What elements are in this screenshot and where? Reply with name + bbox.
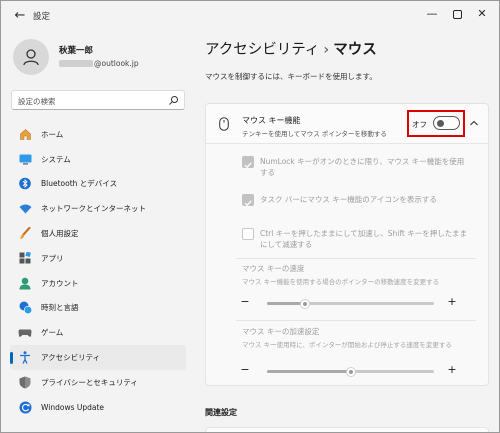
selection-indicator xyxy=(10,352,13,365)
sidebar-item-system[interactable]: システム xyxy=(10,147,186,172)
maximize-icon xyxy=(452,9,462,19)
checkmark-icon xyxy=(244,200,252,207)
sidebar-item-home[interactable]: ホーム xyxy=(10,122,186,147)
sidebar-item-label: Bluetooth とデバイス xyxy=(41,179,118,189)
sidebar-item-privacy[interactable]: プライバシーとセキュリティ xyxy=(10,370,186,395)
settings-window: ← 設定 — ✕ 秋葉一郎 @outlook.jp 設定の検索 ホーム システム… xyxy=(0,0,500,433)
search-box[interactable]: 設定の検索 xyxy=(11,90,185,110)
accessibility-icon xyxy=(18,351,32,365)
acceleration-decrease-button[interactable]: − xyxy=(240,363,250,376)
option-numlock[interactable]: NumLock キーがオンのときに限り、マウス キー機能を使用する xyxy=(242,156,472,180)
sidebar-item-label: 時刻と言語 xyxy=(41,303,79,313)
bluetooth-icon xyxy=(18,177,32,191)
sidebar-item-label: アカウント xyxy=(41,278,79,288)
sidebar-item-time-language[interactable]: 時刻と言語 xyxy=(10,296,186,321)
sidebar-item-bluetooth[interactable]: Bluetooth とデバイス xyxy=(10,172,186,197)
app-title: 設定 xyxy=(33,12,51,22)
acceleration-subtitle: マウス キー使用時に、ポインターが開始および停止する速度を変更する xyxy=(242,341,452,349)
breadcrumb-separator: › xyxy=(323,42,330,58)
account-icon xyxy=(18,276,32,290)
toggle-knob xyxy=(437,120,444,127)
person-icon xyxy=(23,49,39,66)
close-icon: ✕ xyxy=(477,7,487,20)
sidebar-item-label: Windows Update xyxy=(41,402,105,412)
mouse-keys-title: マウス キー機能 xyxy=(242,116,301,125)
mouse-keys-toggle[interactable] xyxy=(433,116,460,130)
sidebar-item-label: ゲーム xyxy=(41,328,64,338)
numlock-label: NumLock キーがオンのときに限り、マウス キー機能を使用する xyxy=(260,157,465,177)
sidebar-item-apps[interactable]: アプリ xyxy=(10,246,186,271)
monitor-icon xyxy=(18,152,32,166)
mouse-keys-card: マウス キー機能 テンキーを使用してマウス ポインターを移動する オフ NumL… xyxy=(205,103,489,386)
checkmark-icon xyxy=(244,162,252,169)
sidebar-item-accessibility[interactable]: アクセシビリティ xyxy=(10,345,186,370)
mouse-keys-header[interactable]: マウス キー機能 テンキーを使用してマウス ポインターを移動する オフ xyxy=(206,104,488,144)
speed-increase-button[interactable]: + xyxy=(447,295,457,308)
home-icon xyxy=(18,127,32,141)
ctrl-shift-checkbox[interactable] xyxy=(242,228,254,240)
related-settings-card xyxy=(205,427,489,432)
sidebar-item-label: ネットワークとインターネット xyxy=(41,204,146,214)
option-ctrl-shift[interactable]: Ctrl キーを押したままにして加速し、Shift キーを押したままにして減速す… xyxy=(242,228,472,252)
divider xyxy=(236,320,476,321)
speed-decrease-button[interactable]: − xyxy=(240,295,250,308)
acceleration-increase-button[interactable]: + xyxy=(447,363,457,376)
minimize-icon: — xyxy=(426,7,438,20)
acceleration-slider-thumb[interactable] xyxy=(345,366,356,377)
speed-subtitle: マウス キー機能を使用する場合のポインターの移動速度を変更する xyxy=(242,278,440,286)
related-settings-heading: 関連設定 xyxy=(205,408,237,417)
sidebar-item-label: プライバシーとセキュリティ xyxy=(41,377,138,387)
minimize-button[interactable]: — xyxy=(420,4,444,24)
page-description: マウスを制御するには、キーボードを使用します。 xyxy=(205,72,377,81)
mouse-keys-subtitle: テンキーを使用してマウス ポインターを移動する xyxy=(242,130,387,138)
breadcrumb: アクセシビリティ › マウス xyxy=(205,38,377,59)
clock-globe-icon xyxy=(18,301,32,315)
sidebar-item-label: アクセシビリティ xyxy=(41,353,101,363)
apps-icon xyxy=(18,251,32,265)
taskbar-icon-checkbox[interactable] xyxy=(242,194,254,207)
sidebar-item-gaming[interactable]: ゲーム xyxy=(10,320,186,345)
sidebar-item-label: システム xyxy=(41,154,71,164)
user-name: 秋葉一郎 xyxy=(59,46,94,56)
search-icon xyxy=(169,96,178,105)
acceleration-title: マウス キーの加速設定 xyxy=(242,327,320,336)
user-email: @outlook.jp xyxy=(59,59,139,68)
speed-slider-track[interactable] xyxy=(267,302,434,305)
back-button[interactable]: ← xyxy=(9,6,31,26)
sidebar-item-label: アプリ xyxy=(41,253,64,263)
sidebar-item-windows-update[interactable]: Windows Update xyxy=(10,395,186,420)
update-icon xyxy=(18,400,32,414)
speed-title: マウス キーの速度 xyxy=(242,264,305,273)
gamepad-icon xyxy=(18,326,32,340)
shield-icon xyxy=(18,375,32,389)
search-input[interactable]: 設定の検索 xyxy=(18,96,56,107)
breadcrumb-parent[interactable]: アクセシビリティ xyxy=(205,42,319,58)
taskbar-icon-label: タスク バーにマウス キー機能のアイコンを表示する xyxy=(260,195,437,204)
title-bar: ← 設定 — ✕ xyxy=(1,1,499,31)
close-button[interactable]: ✕ xyxy=(470,4,494,24)
brush-icon xyxy=(18,227,32,241)
toggle-state-label: オフ xyxy=(412,120,427,129)
user-email-domain: @outlook.jp xyxy=(94,59,139,68)
speed-slider-thumb[interactable] xyxy=(300,298,311,309)
sidebar-item-personalization[interactable]: 個人用設定 xyxy=(10,221,186,246)
chevron-up-icon[interactable] xyxy=(468,117,480,129)
sidebar-item-accounts[interactable]: アカウント xyxy=(10,271,186,296)
sidebar-item-label: 個人用設定 xyxy=(41,229,79,239)
sidebar-item-network[interactable]: ネットワークとインターネット xyxy=(10,196,186,221)
acceleration-slider-fill xyxy=(267,370,351,373)
avatar[interactable] xyxy=(13,39,49,75)
wifi-icon xyxy=(18,202,32,216)
divider xyxy=(236,258,476,259)
maximize-button[interactable] xyxy=(445,4,469,24)
numlock-checkbox[interactable] xyxy=(242,156,254,169)
sidebar-item-label: ホーム xyxy=(41,129,64,139)
page-title: マウス xyxy=(333,42,377,58)
sidebar-nav: ホーム システム Bluetooth とデバイス ネットワークとインターネット … xyxy=(10,122,186,420)
arrow-left-icon: ← xyxy=(14,8,26,23)
option-taskbar-icon[interactable]: タスク バーにマウス キー機能のアイコンを表示する xyxy=(242,194,472,208)
email-redaction xyxy=(59,60,93,67)
ctrl-shift-label: Ctrl キーを押したままにして加速し、Shift キーを押したままにして減速す… xyxy=(260,229,467,249)
mouse-icon xyxy=(219,117,229,131)
